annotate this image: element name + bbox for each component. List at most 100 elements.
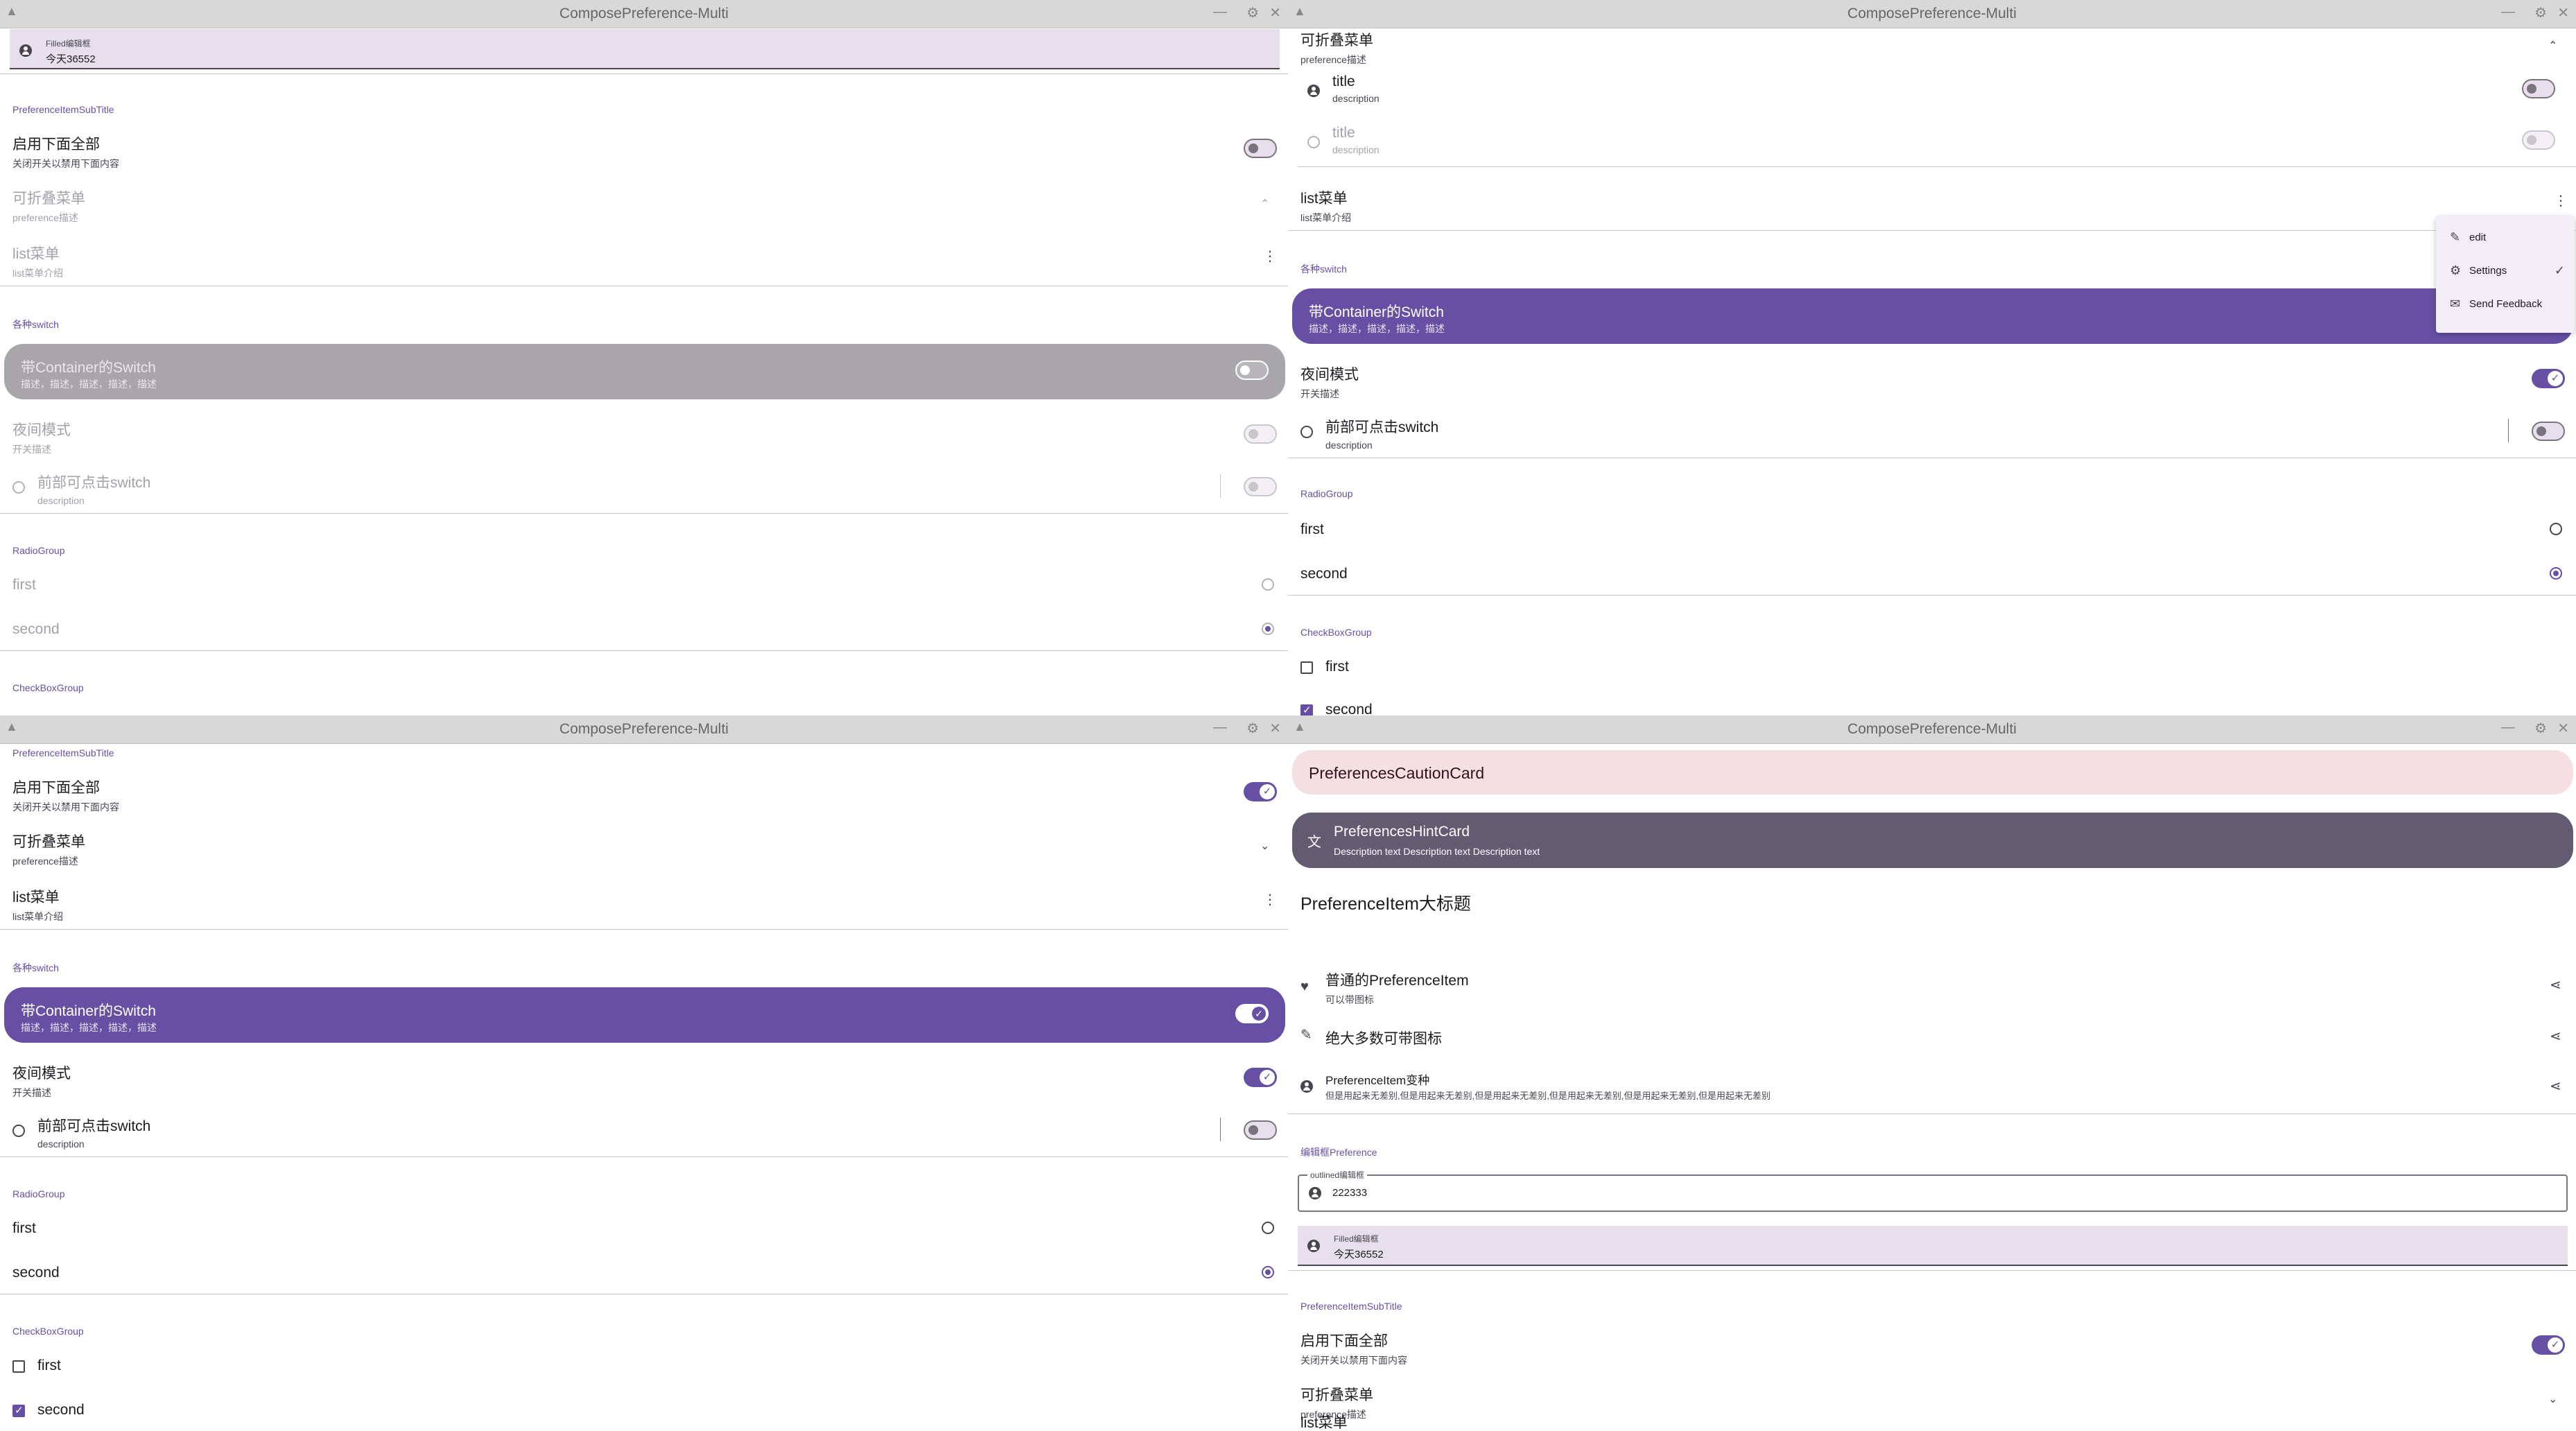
close-icon[interactable]: ✕ (2557, 720, 2569, 737)
minimize-icon[interactable]: — (2501, 720, 2515, 736)
checkbox-item-second[interactable]: second (1325, 702, 1373, 716)
enable-all-item[interactable]: 启用下面全部 关闭开关以禁用下面内容 (1300, 1330, 1407, 1367)
radio-item-second[interactable]: second (1300, 566, 1348, 582)
card-title: 带Container的Switch (1309, 304, 1444, 320)
more-vert-icon[interactable]: ⋮ (1263, 893, 1277, 907)
radio-button-first[interactable] (2550, 523, 2562, 535)
front-switch-item[interactable]: 前部可点击switch description (1325, 416, 1438, 451)
night-mode-item[interactable]: 夜间模式 开关描述 (12, 419, 71, 456)
list-menu-item[interactable]: list菜单 list菜单介绍 (12, 886, 63, 923)
caution-card[interactable]: PreferencesCautionCard (1292, 750, 2573, 795)
sub-item-title-disabled[interactable]: title description (1332, 125, 1380, 155)
menu-item-send-feedback[interactable]: ✉ Send Feedback (2436, 288, 2575, 322)
minimize-icon[interactable]: — (1213, 4, 1227, 20)
container-switch-card[interactable]: 带Container的Switch 描述，描述，描述，描述，描述 (1292, 288, 2573, 344)
filled-field-value[interactable]: 今天36552 (46, 51, 96, 66)
close-icon[interactable]: ✕ (1269, 4, 1281, 21)
checkbox-label: first (1325, 659, 1349, 675)
front-switch-item[interactable]: 前部可点击switch description (37, 471, 150, 506)
list-menu-item[interactable]: list菜单 list菜单介绍 (12, 243, 63, 280)
checkbox-second[interactable] (1300, 704, 1313, 716)
checkbox-first[interactable] (12, 1360, 25, 1373)
outlined-text-field[interactable]: outlined编辑框 222333 (1298, 1169, 2568, 1212)
enable-all-switch[interactable] (2532, 1335, 2565, 1355)
radio-item-first[interactable]: first (12, 577, 36, 593)
list-menu-item[interactable]: list菜单 list菜单介绍 (1300, 187, 1351, 225)
enable-all-switch[interactable] (1244, 139, 1277, 158)
front-switch-toggle[interactable] (2532, 422, 2565, 441)
radio-button-first[interactable] (1262, 578, 1274, 591)
maximize-icon[interactable]: ⚙ (1246, 4, 1259, 21)
minimize-icon[interactable]: — (1213, 720, 1227, 736)
filled-text-field[interactable]: Filled编辑框 今天36552 (1298, 1226, 2568, 1266)
radio-button-second[interactable] (1262, 623, 1274, 635)
radio-item-first[interactable]: first (12, 1220, 36, 1237)
enable-all-item[interactable]: 启用下面全部 关闭开关以禁用下面内容 (12, 777, 119, 814)
checkbox-second[interactable] (12, 1404, 25, 1417)
container-switch-card[interactable]: 带Container的Switch 描述，描述，描述，描述，描述 (4, 344, 1285, 399)
filled-text-field[interactable]: Filled编辑框 今天36552 (10, 29, 1280, 69)
sub-item-switch-disabled[interactable] (2522, 130, 2555, 150)
menu-item-settings[interactable]: ⚙ Settings ✓ (2436, 255, 2575, 288)
enable-all-switch[interactable] (1244, 782, 1277, 801)
more-vert-icon[interactable]: ⋮ (1263, 250, 1277, 263)
maximize-icon[interactable]: ⚙ (2534, 720, 2547, 737)
radio-item-first[interactable]: first (1300, 521, 1324, 538)
night-mode-item[interactable]: 夜间模式 开关描述 (1300, 363, 1359, 401)
container-switch-toggle[interactable] (1235, 1004, 1269, 1023)
share-icon[interactable]: ⋖ (2550, 976, 2561, 994)
chevron-up-icon[interactable]: ⌃ (1260, 197, 1269, 211)
menu-item-edit[interactable]: ✎ edit (2436, 222, 2575, 255)
divider (0, 1156, 1288, 1157)
checkbox-first[interactable] (1300, 661, 1313, 674)
chevron-up-icon[interactable]: ⌃ (2548, 39, 2557, 53)
section-header: CheckBoxGroup (12, 682, 84, 693)
outlined-field-value[interactable]: 222333 (1332, 1187, 1367, 1199)
close-icon[interactable]: ✕ (2557, 4, 2569, 21)
person-icon (1309, 1187, 1321, 1199)
chevron-down-icon[interactable]: ⌄ (1260, 839, 1269, 853)
night-mode-switch[interactable] (2532, 369, 2565, 388)
radio-button-second[interactable] (1262, 1266, 1274, 1278)
front-switch-item[interactable]: 前部可点击switch description (37, 1115, 150, 1150)
collapse-menu-item[interactable]: 可折叠菜单 preference描述 (12, 831, 85, 868)
maximize-icon[interactable]: ⚙ (1246, 720, 1259, 737)
item-title: PreferenceItem变种 (1325, 1074, 1430, 1087)
checkbox-item-first[interactable]: first (37, 1358, 61, 1374)
checkbox-label: second (1325, 702, 1373, 716)
night-mode-switch[interactable] (1244, 1068, 1277, 1087)
sub-item-switch[interactable] (2522, 79, 2555, 98)
radio-button-second[interactable] (2550, 567, 2562, 580)
more-vert-icon[interactable]: ⋮ (2554, 194, 2568, 208)
chevron-down-icon[interactable]: ⌄ (2548, 1392, 2557, 1406)
sub-item-title[interactable]: title description (1332, 73, 1380, 104)
preference-item-icon[interactable]: 绝大多数可带图标 (1325, 1027, 1442, 1048)
share-icon[interactable]: ⋖ (2550, 1027, 2561, 1045)
item-title: 前部可点击switch (1325, 419, 1439, 435)
item-desc: 开关描述 (1300, 388, 1339, 399)
collapse-menu-item[interactable]: 可折叠菜单 preference描述 (12, 187, 85, 225)
enable-all-item[interactable]: 启用下面全部 关闭开关以禁用下面内容 (12, 133, 119, 171)
radio-item-second[interactable]: second (12, 1265, 60, 1281)
night-mode-switch[interactable] (1244, 424, 1277, 444)
checkbox-item-first[interactable]: first (1325, 659, 1349, 675)
front-switch-toggle[interactable] (1244, 1120, 1277, 1140)
hint-card[interactable]: 文 PreferencesHintCard Description text D… (1292, 813, 2573, 868)
radio-button-first[interactable] (1262, 1222, 1274, 1234)
maximize-icon[interactable]: ⚙ (2534, 4, 2547, 21)
container-switch-toggle[interactable] (1235, 361, 1269, 380)
radio-label: second (1300, 566, 1348, 582)
close-icon[interactable]: ✕ (1269, 720, 1281, 737)
checkbox-item-second[interactable]: second (37, 1402, 85, 1419)
share-icon[interactable]: ⋖ (2550, 1077, 2561, 1095)
radio-item-second[interactable]: second (12, 621, 60, 638)
face-icon (12, 1125, 25, 1137)
list-menu-item[interactable]: list菜单 (1300, 1412, 1348, 1431)
preference-item-normal[interactable]: 普通的PreferenceItem 可以带图标 (1325, 969, 1469, 1007)
container-switch-card[interactable]: 带Container的Switch 描述，描述，描述，描述，描述 (4, 987, 1285, 1043)
filled-field-value[interactable]: 今天36552 (1334, 1247, 1384, 1261)
minimize-icon[interactable]: — (2501, 4, 2515, 20)
night-mode-item[interactable]: 夜间模式 开关描述 (12, 1062, 71, 1100)
collapse-menu-item[interactable]: 可折叠菜单 preference描述 (1300, 29, 1373, 67)
front-switch-toggle[interactable] (1244, 477, 1277, 496)
